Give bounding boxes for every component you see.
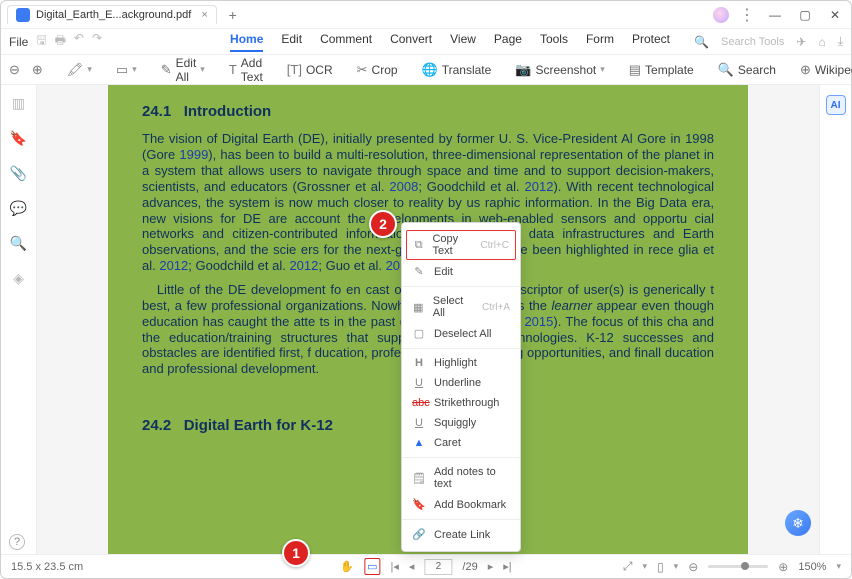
save-icon[interactable]: 🖫 [36, 31, 46, 52]
menu-comment[interactable]: Comment [320, 32, 372, 52]
ctx-select-all[interactable]: ▦Select AllCtrl+A [402, 291, 520, 323]
copy-icon: ⧉ [413, 239, 424, 252]
zoom-out-button[interactable]: ⊖ [688, 560, 698, 574]
zoom-in-icon[interactable]: ⊕ [32, 62, 43, 78]
caret-icon: ▲ [412, 437, 426, 449]
ctx-highlight[interactable]: HHighlight [402, 353, 520, 373]
deselect-icon: ▢ [412, 327, 426, 340]
search-tools-input[interactable]: Search Tools [721, 36, 784, 48]
highlighter-tool[interactable]: 🖍▾ [67, 62, 92, 78]
attachments-icon[interactable]: 📎 [10, 165, 27, 182]
single-page-icon[interactable]: ▯ [657, 560, 664, 574]
bookmark-icon: 🔖 [412, 498, 426, 511]
ai-panel-icon[interactable]: AI [826, 95, 846, 115]
ctx-squiggly[interactable]: USquiggly [402, 413, 520, 433]
menu-tools[interactable]: Tools [540, 32, 568, 52]
strikethrough-icon: abc [412, 397, 426, 409]
menu-view[interactable]: View [450, 32, 476, 52]
edit-icon: ✎ [412, 265, 426, 278]
ctx-deselect[interactable]: ▢Deselect All [402, 323, 520, 344]
last-page-icon[interactable]: ▸| [503, 560, 511, 573]
print-icon[interactable]: 🖶 [55, 31, 66, 52]
help-button[interactable]: ? [9, 534, 25, 550]
ctx-add-notes[interactable]: 🗒Add notes to text [402, 462, 520, 494]
underline-icon: U [412, 377, 426, 389]
ctx-add-bookmark[interactable]: 🔖Add Bookmark [402, 494, 520, 515]
link-icon: 🔗 [412, 528, 426, 541]
template-tool[interactable]: ▤Template [629, 62, 694, 78]
ctx-underline[interactable]: UUnderline [402, 373, 520, 393]
squiggly-icon: U [412, 417, 426, 429]
close-tab-icon[interactable]: × [201, 9, 207, 21]
maximize-button[interactable]: ▢ [795, 5, 815, 25]
section-number: 24.1 [142, 103, 171, 120]
menu-home[interactable]: Home [230, 32, 263, 52]
add-text-tool[interactable]: TAdd Text [229, 56, 263, 84]
prev-page-icon[interactable]: ◂ [409, 560, 415, 573]
page-total: /29 [462, 561, 477, 573]
highlight-icon: H [412, 357, 426, 369]
context-menu: ⧉Copy TextCtrl+C ✎Edit ▦Select AllCtrl+A… [401, 222, 521, 552]
zoom-slider[interactable] [708, 565, 768, 568]
first-page-icon[interactable]: |◂ [390, 560, 398, 573]
menu-protect[interactable]: Protect [632, 32, 670, 52]
menu-page[interactable]: Page [494, 32, 522, 52]
zoom-in-button[interactable]: ⊕ [778, 560, 788, 574]
zoom-value[interactable]: 150% [798, 561, 826, 573]
menu-convert[interactable]: Convert [390, 32, 432, 52]
zoom-out-icon[interactable]: ⊖ [9, 62, 20, 78]
edit-all-tool[interactable]: ✎Edit All▾ [161, 56, 205, 84]
next-page-icon[interactable]: ▸ [488, 560, 494, 573]
undo-icon[interactable]: ↶ [74, 31, 84, 52]
search-panel-icon[interactable]: 🔍 [10, 235, 27, 252]
shape-tool[interactable]: ▭▾ [116, 62, 137, 78]
translate-tool[interactable]: 🌐Translate [422, 62, 492, 78]
wikipedia-tool[interactable]: ⊕Wikipedia [800, 62, 852, 78]
ctx-create-link[interactable]: 🔗Create Link [402, 524, 520, 545]
ocr-tool[interactable]: [T]OCR [287, 62, 333, 77]
page-number-input[interactable]: 2 [424, 559, 452, 575]
ctx-edit[interactable]: ✎Edit [402, 261, 520, 282]
fit-width-icon[interactable]: ⤢ [623, 559, 633, 574]
pdf-icon [16, 8, 30, 22]
menu-form[interactable]: Form [586, 32, 614, 52]
ctx-strikethrough[interactable]: abcStrikethrough [402, 393, 520, 413]
ai-float-button[interactable]: ❄ [785, 510, 811, 536]
hand-tool-icon[interactable]: ✋ [340, 560, 354, 573]
annotation-1: 1 [282, 539, 310, 567]
page-dimensions: 15.5 x 23.5 cm [11, 561, 83, 573]
section-number: 24.2 [142, 417, 171, 434]
select-tool-icon[interactable]: ▭ [364, 558, 380, 575]
ctx-caret[interactable]: ▲Caret [402, 433, 520, 453]
redo-icon[interactable]: ↷ [92, 31, 102, 52]
comments-icon[interactable]: 💬 [10, 200, 27, 217]
file-menu[interactable]: File [9, 35, 28, 49]
note-icon: 🗒 [412, 472, 426, 485]
search-tool[interactable]: 🔍Search [718, 62, 776, 78]
minimize-button[interactable]: — [765, 5, 785, 25]
close-window-button[interactable]: ✕ [825, 5, 845, 25]
ai-orb-icon[interactable] [713, 7, 729, 23]
document-tab[interactable]: Digital_Earth_E...ackground.pdf × [7, 5, 217, 24]
select-all-icon: ▦ [412, 301, 425, 314]
section-title: Digital Earth for K-12 [184, 417, 333, 434]
new-tab-button[interactable]: + [223, 5, 243, 25]
send-icon[interactable]: ✈ [796, 35, 806, 49]
cloud-icon[interactable]: ⤓ [838, 34, 843, 49]
ctx-copy-text[interactable]: ⧉Copy TextCtrl+C [406, 230, 516, 260]
bookmarks-icon[interactable]: 🔖 [10, 130, 27, 147]
annotation-2: 2 [369, 210, 397, 238]
search-icon[interactable]: 🔍 [694, 35, 709, 49]
thumbnails-icon[interactable]: ▥ [12, 95, 25, 112]
home-icon[interactable]: ⌂ [818, 35, 825, 49]
kebab-icon[interactable]: ⋮ [739, 5, 755, 25]
section-title: Introduction [184, 103, 271, 120]
crop-tool[interactable]: ✂Crop [357, 62, 398, 78]
layers-icon[interactable]: ◈ [13, 270, 24, 287]
menu-edit[interactable]: Edit [281, 32, 302, 52]
tab-title: Digital_Earth_E...ackground.pdf [36, 9, 191, 21]
screenshot-tool[interactable]: 📷Screenshot▾ [515, 62, 604, 78]
